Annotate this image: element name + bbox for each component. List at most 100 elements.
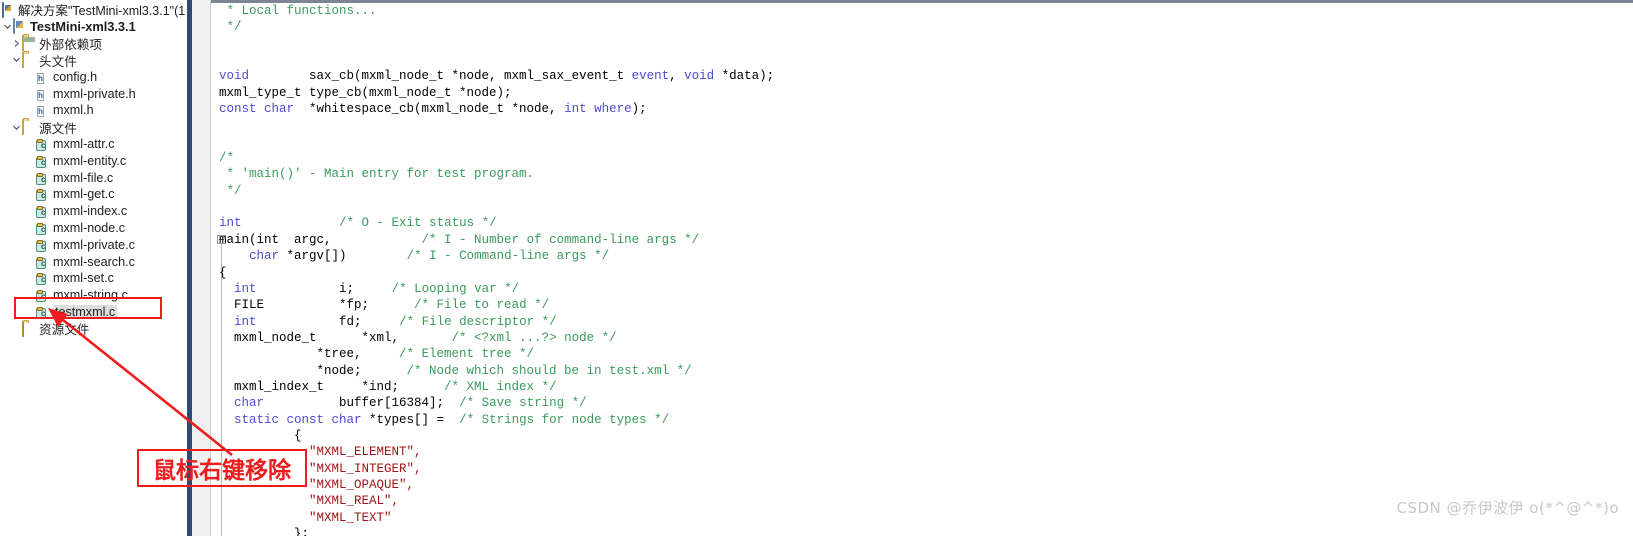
code-line: * 'main()' - Main entry for test program… — [219, 167, 535, 182]
tree-item-label: mxml-get.c — [53, 187, 115, 202]
project-icon — [13, 18, 27, 35]
chevron-down-icon[interactable] — [11, 119, 22, 136]
tree-item-label: mxml-private.h — [53, 86, 136, 101]
source-file-icon: c — [36, 238, 50, 252]
tree-item-label: mxml-attr.c — [53, 136, 115, 151]
chevron-placeholder — [25, 186, 36, 203]
solution-explorer-header: 解决方案"TestMini-xml3.3.1"(1 — [0, 0, 187, 18]
csdn-watermark: CSDN @乔伊波伊 o(*^@^*)o — [1396, 499, 1619, 517]
tree-item-label: mxml-file.c — [53, 170, 114, 185]
tree-item-label: TestMini-xml3.3.1 — [30, 18, 136, 34]
tree-item-mxml-private.c[interactable]: c mxml-private.c — [0, 236, 187, 253]
code-line: /* — [219, 151, 235, 166]
code-line: mxml_node_t *xml, /* <?xml ...?> node */ — [219, 330, 617, 345]
code-line: { — [219, 265, 227, 280]
annotation-note-text: 鼠标右键移除 — [153, 458, 291, 484]
solution-icon — [2, 1, 15, 18]
source-file-icon: c — [36, 171, 50, 185]
chevron-placeholder — [11, 320, 22, 337]
code-line: "MXML_OPAQUE", — [219, 477, 415, 492]
chevron-placeholder — [25, 270, 36, 287]
tree-item-label: mxml-index.c — [53, 204, 128, 219]
code-line: "MXML_INTEGER", — [219, 461, 422, 476]
code-line: int i; /* Looping var */ — [234, 281, 520, 296]
header-file-icon: h — [37, 106, 44, 118]
chevron-down-icon[interactable] — [2, 18, 13, 35]
folder-resource-icon — [22, 320, 36, 337]
folder-open-icon — [22, 51, 36, 68]
tree-item-label: mxml-private.c — [53, 237, 135, 252]
tree-item-label: 源文件 — [39, 121, 77, 136]
tree-item-label: mxml.h — [53, 103, 94, 118]
tree-item-label: testmxml.c — [53, 304, 118, 319]
chevron-placeholder — [25, 304, 36, 321]
tree-item-mxml-set.c[interactable]: c mxml-set.c — [0, 270, 187, 287]
code-line: void sax_cb(mxml_node_t *node, mxml_sax_… — [219, 69, 775, 84]
source-file-icon: c — [36, 305, 50, 319]
code-text-area[interactable]: * Local functions... */ void sax_cb(mxml… — [219, 3, 1633, 536]
code-line: */ — [219, 183, 242, 198]
code-line: *node; /* Node which should be in test.x… — [219, 363, 692, 378]
tree-item-testmxml.c[interactable]: c testmxml.c — [0, 304, 187, 321]
code-line: int fd; /* File descriptor */ — [234, 314, 557, 329]
source-file-icon: c — [36, 255, 50, 269]
chevron-placeholder — [25, 203, 36, 220]
source-file-icon: c — [36, 271, 50, 286]
tree-item-mxml-entity.c[interactable]: c mxml-entity.c — [0, 152, 187, 169]
tree-item-mxml-attr.c[interactable]: c mxml-attr.c — [0, 136, 187, 153]
code-line: char *argv[]) /* I - Command-line args *… — [249, 249, 610, 264]
source-file-icon: c — [36, 288, 50, 303]
tree-item-TestMini-xml3.3.1[interactable]: TestMini-xml3.3.1 — [0, 18, 187, 35]
code-line: FILE *fp; /* File to read */ — [219, 298, 550, 313]
code-line: }; — [219, 527, 310, 536]
tree-item-mxml-private.h[interactable]: h mxml-private.h — [0, 85, 187, 102]
tree-item-资源文件[interactable]: 资源文件 — [0, 320, 187, 337]
source-file-icon: c — [36, 137, 50, 151]
tree-item-label: 头文件 — [39, 54, 77, 69]
tree-item-mxml-index.c[interactable]: c mxml-index.c — [0, 203, 187, 220]
chevron-placeholder — [25, 152, 36, 169]
tree-item-mxml-string.c[interactable]: c mxml-string.c — [0, 287, 187, 304]
code-line: * Local functions... — [219, 4, 377, 18]
tree-item-mxml.h[interactable]: h mxml.h — [0, 102, 187, 119]
folder-open-icon — [22, 119, 36, 136]
code-line: { — [219, 428, 302, 443]
solution-tree: TestMini-xml3.3.1 外部依赖项头文件 h config.h h mxml-… — [0, 18, 187, 337]
chevron-down-icon[interactable] — [11, 52, 22, 69]
code-line: char buffer[16384]; /* Save string */ — [234, 396, 587, 411]
chevron-placeholder — [25, 85, 36, 102]
tree-item-外部依赖项[interactable]: 外部依赖项 — [0, 35, 187, 52]
chevron-placeholder — [25, 287, 36, 304]
source-file-icon: c — [36, 204, 50, 219]
chevron-right-icon[interactable] — [11, 35, 22, 52]
source-file-icon: c — [36, 154, 50, 168]
code-line: main(int argc, /* I - Number of command-… — [219, 232, 700, 247]
tree-item-mxml-get.c[interactable]: c mxml-get.c — [0, 186, 187, 203]
tree-item-源文件[interactable]: 源文件 — [0, 119, 187, 136]
tree-item-label: mxml-node.c — [53, 220, 126, 235]
tree-item-mxml-search.c[interactable]: c mxml-search.c — [0, 253, 187, 270]
code-line: */ — [219, 20, 242, 35]
code-line: mxml_type_t type_cb(mxml_node_t *node); — [219, 85, 512, 100]
tree-item-label: mxml-search.c — [53, 254, 135, 269]
tree-item-config.h[interactable]: h config.h — [0, 68, 187, 85]
tree-item-mxml-node.c[interactable]: c mxml-node.c — [0, 220, 187, 237]
folder-closed-icon — [22, 35, 36, 52]
chevron-placeholder — [25, 68, 36, 85]
header-file-icon: h — [37, 89, 44, 101]
vs-ide-window: 解决方案"TestMini-xml3.3.1"(1 TestMini-xml3.… — [0, 0, 1633, 536]
source-file-icon: c — [36, 187, 50, 202]
chevron-placeholder — [25, 220, 36, 237]
chevron-placeholder — [25, 169, 36, 186]
header-file-icon: h — [37, 72, 44, 84]
code-editor-pane[interactable]: * Local functions... */ void sax_cb(mxml… — [211, 0, 1633, 536]
tree-item-mxml-file.c[interactable]: c mxml-file.c — [0, 169, 187, 186]
tree-item-头文件[interactable]: 头文件 — [0, 51, 187, 69]
code-line: "MXML_ELEMENT", — [219, 445, 422, 460]
tree-item-label: config.h — [53, 69, 98, 84]
tree-item-label: mxml-set.c — [53, 271, 114, 286]
code-line: const char *whitespace_cb(mxml_node_t *n… — [219, 102, 647, 117]
